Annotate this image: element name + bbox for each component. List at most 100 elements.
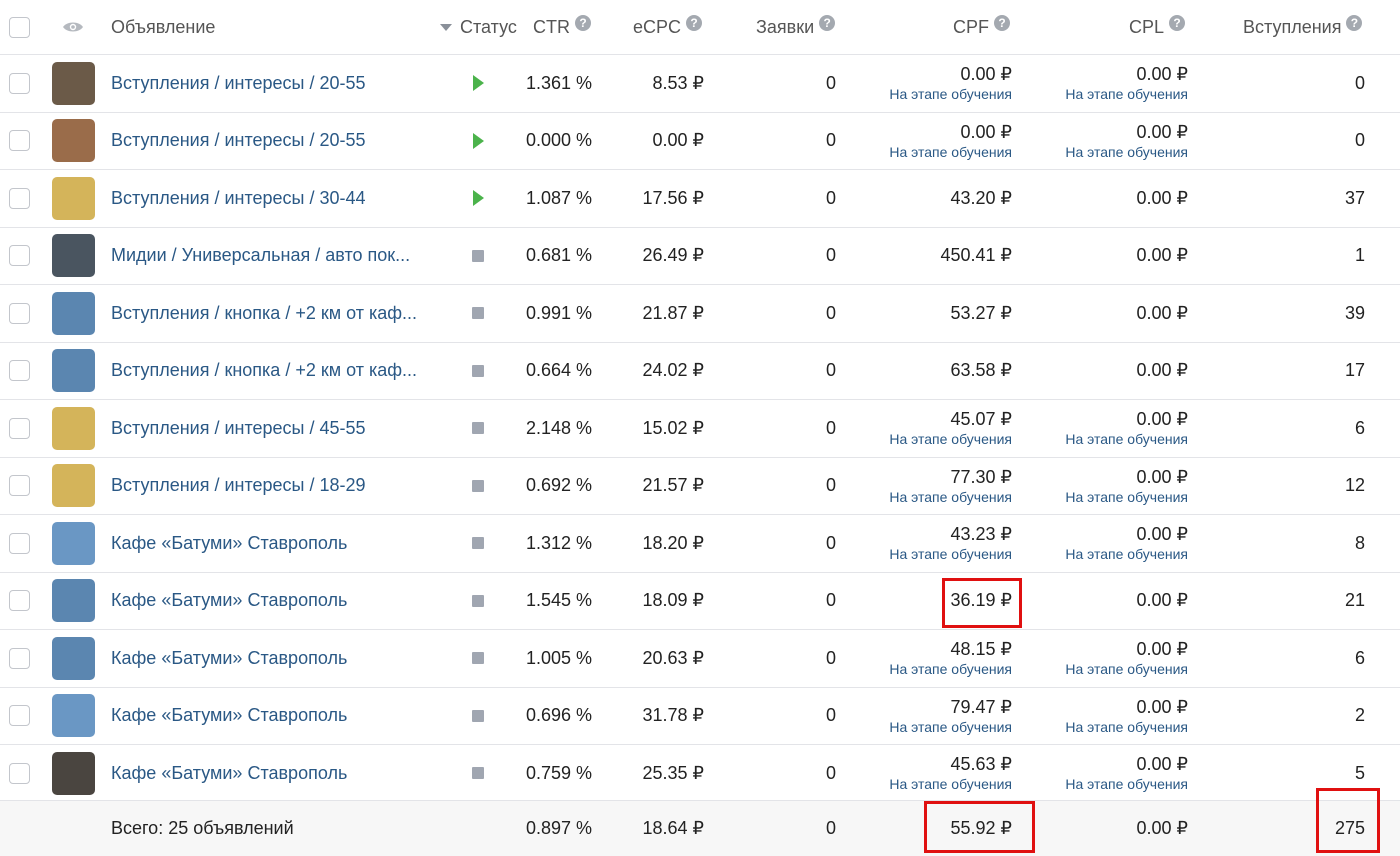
cpf-learning-note: На этапе обучения bbox=[889, 143, 1012, 160]
ad-thumbnail[interactable] bbox=[52, 61, 95, 105]
cpl-cell: 0.00 ₽ bbox=[1040, 170, 1189, 227]
stop-icon[interactable] bbox=[472, 249, 484, 262]
ad-name-link[interactable]: Кафе «Батуми» Ставрополь bbox=[111, 533, 347, 554]
select-all-checkbox[interactable] bbox=[9, 16, 30, 38]
table-row[interactable]: Кафе «Батуми» Ставрополь 0.759 % 25.35 ₽ 0 4… bbox=[0, 745, 1400, 803]
ad-name-link[interactable]: Кафе «Батуми» Ставрополь bbox=[111, 705, 347, 726]
header-ad[interactable]: Объявление bbox=[111, 0, 431, 54]
cpl-cell: 0.00 ₽ На этапе обучения bbox=[1040, 688, 1188, 745]
table-row[interactable]: Кафе «Батуми» Ставрополь 1.545 % 18.09 ₽0 3… bbox=[0, 573, 1400, 630]
ad-thumbnail[interactable] bbox=[52, 636, 95, 680]
header-requests[interactable]: Заявки? bbox=[756, 0, 846, 54]
table-row[interactable]: Кафе «Батуми» Ставрополь 0.696 % 31.78 ₽ 0 7… bbox=[0, 688, 1400, 745]
ad-name-link[interactable]: Вступления / интересы / 18-29 bbox=[111, 475, 366, 496]
question-icon[interactable]: ? bbox=[1346, 15, 1363, 31]
cpf-cell: 63.58 ₽ bbox=[860, 343, 1013, 400]
stop-icon[interactable] bbox=[472, 594, 484, 607]
ad-thumbnail[interactable] bbox=[52, 694, 95, 738]
stop-icon[interactable] bbox=[472, 537, 484, 550]
stop-icon[interactable] bbox=[472, 422, 484, 435]
table-row[interactable]: Вступления / интересы / 45-55 2.148 % 15.0… bbox=[0, 400, 1400, 458]
cpf-cell: 43.23 ₽ На этапе обучения bbox=[860, 515, 1012, 572]
ad-thumbnail[interactable] bbox=[52, 751, 95, 795]
question-icon[interactable]: ? bbox=[686, 15, 703, 31]
ad-name-link[interactable]: Кафе «Батуми» Ставрополь bbox=[111, 590, 347, 611]
ad-thumbnail[interactable] bbox=[52, 406, 95, 450]
cpf-value: 0.00 ₽ bbox=[960, 64, 1013, 85]
ad-name-link[interactable]: Вступления / кнопка / +2 км от каф... bbox=[111, 360, 417, 381]
table-row[interactable]: Мидии / Универсальная / авто пок... 0.681… bbox=[0, 228, 1400, 285]
ad-name-link[interactable]: Кафе «Батуми» Ставрополь bbox=[111, 648, 347, 669]
ad-name-link[interactable]: Вступления / интересы / 20-55 bbox=[111, 130, 366, 151]
question-icon[interactable]: ? bbox=[994, 15, 1010, 31]
stop-icon[interactable] bbox=[472, 307, 484, 320]
ctr-cell: 0.696 % bbox=[525, 705, 592, 726]
row-checkbox[interactable] bbox=[9, 302, 30, 324]
row-checkbox[interactable] bbox=[9, 187, 30, 209]
row-checkbox[interactable] bbox=[9, 130, 30, 152]
stop-icon[interactable] bbox=[472, 652, 484, 665]
header-ctr[interactable]: CTR? bbox=[533, 0, 603, 54]
ad-name-link[interactable]: Вступления / интересы / 45-55 bbox=[111, 418, 366, 439]
ad-thumbnail[interactable] bbox=[52, 521, 95, 565]
ad-thumbnail-cell bbox=[52, 515, 95, 572]
status-cell bbox=[460, 688, 496, 745]
cpf-learning-note: На этапе обучения bbox=[889, 776, 1012, 793]
question-icon[interactable]: ? bbox=[575, 15, 591, 31]
ad-name-link[interactable]: Вступления / кнопка / +2 км от каф... bbox=[111, 303, 417, 324]
table-row[interactable]: Вступления / кнопка / +2 км от каф... 0.6… bbox=[0, 343, 1400, 400]
row-checkbox[interactable] bbox=[9, 762, 30, 784]
table-row[interactable]: Кафе «Батуми» Ставрополь 1.005 % 20.63 ₽ 0 4… bbox=[0, 630, 1400, 688]
table-row[interactable]: Вступления / интересы / 20-55 0.000 % 0.00… bbox=[0, 113, 1400, 170]
stop-icon[interactable] bbox=[472, 767, 484, 780]
play-icon[interactable] bbox=[472, 132, 484, 149]
row-checkbox[interactable] bbox=[9, 590, 30, 612]
cpl-cell: 0.00 ₽ На этапе обучения bbox=[1040, 515, 1188, 572]
row-checkbox[interactable] bbox=[9, 475, 30, 497]
cpl-value: 0.00 ₽ bbox=[1136, 409, 1189, 430]
row-checkbox[interactable] bbox=[9, 245, 30, 267]
ad-name-link[interactable]: Мидии / Универсальная / авто пок... bbox=[111, 245, 410, 266]
ctr-cell: 1.087 % bbox=[525, 187, 592, 208]
table-row[interactable]: Вступления / интересы / 18-29 0.692 % 21.5… bbox=[0, 458, 1400, 515]
header-joins[interactable]: Вступления? bbox=[1243, 0, 1373, 54]
row-checkbox[interactable] bbox=[9, 532, 30, 554]
header-status[interactable]: Статус bbox=[440, 0, 520, 54]
question-icon[interactable]: ? bbox=[1169, 15, 1186, 31]
header-ecpc[interactable]: eCPC? bbox=[633, 0, 713, 54]
table-row[interactable]: Вступления / кнопка / +2 км от каф... 0.9… bbox=[0, 285, 1400, 343]
status-cell bbox=[460, 285, 496, 342]
row-checkbox[interactable] bbox=[9, 72, 30, 94]
question-icon[interactable]: ? bbox=[819, 15, 836, 31]
row-checkbox[interactable] bbox=[9, 647, 30, 669]
row-checkbox[interactable] bbox=[9, 417, 30, 439]
ad-thumbnail[interactable] bbox=[52, 119, 95, 163]
ad-thumbnail[interactable] bbox=[52, 176, 95, 220]
ad-name-link[interactable]: Кафе «Батуми» Ставрополь bbox=[111, 763, 347, 784]
header-cpf[interactable]: CPF? bbox=[953, 0, 1023, 54]
ad-thumbnail[interactable] bbox=[52, 234, 95, 278]
requests-cell: 0 bbox=[825, 532, 836, 553]
play-icon[interactable] bbox=[472, 75, 484, 92]
row-checkbox[interactable] bbox=[9, 360, 30, 382]
stop-icon[interactable] bbox=[472, 364, 484, 377]
status-cell bbox=[460, 55, 496, 112]
ad-name-link[interactable]: Вступления / интересы / 30-44 bbox=[111, 188, 366, 209]
ad-thumbnail[interactable] bbox=[52, 291, 95, 335]
table-row[interactable]: Вступления / интересы / 20-55 1.361 % 8.53… bbox=[0, 55, 1400, 113]
header-cpl[interactable]: CPL? bbox=[1129, 0, 1199, 54]
table-row[interactable]: Вступления / интересы / 30-44 1.087 % 17.5… bbox=[0, 170, 1400, 228]
cpl-cell: 0.00 ₽ bbox=[1040, 228, 1189, 285]
table-row[interactable]: Кафе «Батуми» Ставрополь 1.312 % 18.20 ₽ 0 4… bbox=[0, 515, 1400, 573]
ad-name-link[interactable]: Вступления / интересы / 20-55 bbox=[111, 73, 366, 94]
eye-icon[interactable] bbox=[62, 0, 84, 54]
row-checkbox[interactable] bbox=[9, 705, 30, 727]
ctr-cell: 2.148 % bbox=[525, 417, 592, 438]
stop-icon[interactable] bbox=[472, 709, 484, 722]
ad-thumbnail[interactable] bbox=[52, 579, 95, 623]
ad-thumbnail[interactable] bbox=[52, 464, 95, 508]
requests-cell: 0 bbox=[825, 647, 836, 668]
ad-thumbnail[interactable] bbox=[52, 349, 95, 393]
play-icon[interactable] bbox=[472, 190, 484, 207]
stop-icon[interactable] bbox=[472, 479, 484, 492]
